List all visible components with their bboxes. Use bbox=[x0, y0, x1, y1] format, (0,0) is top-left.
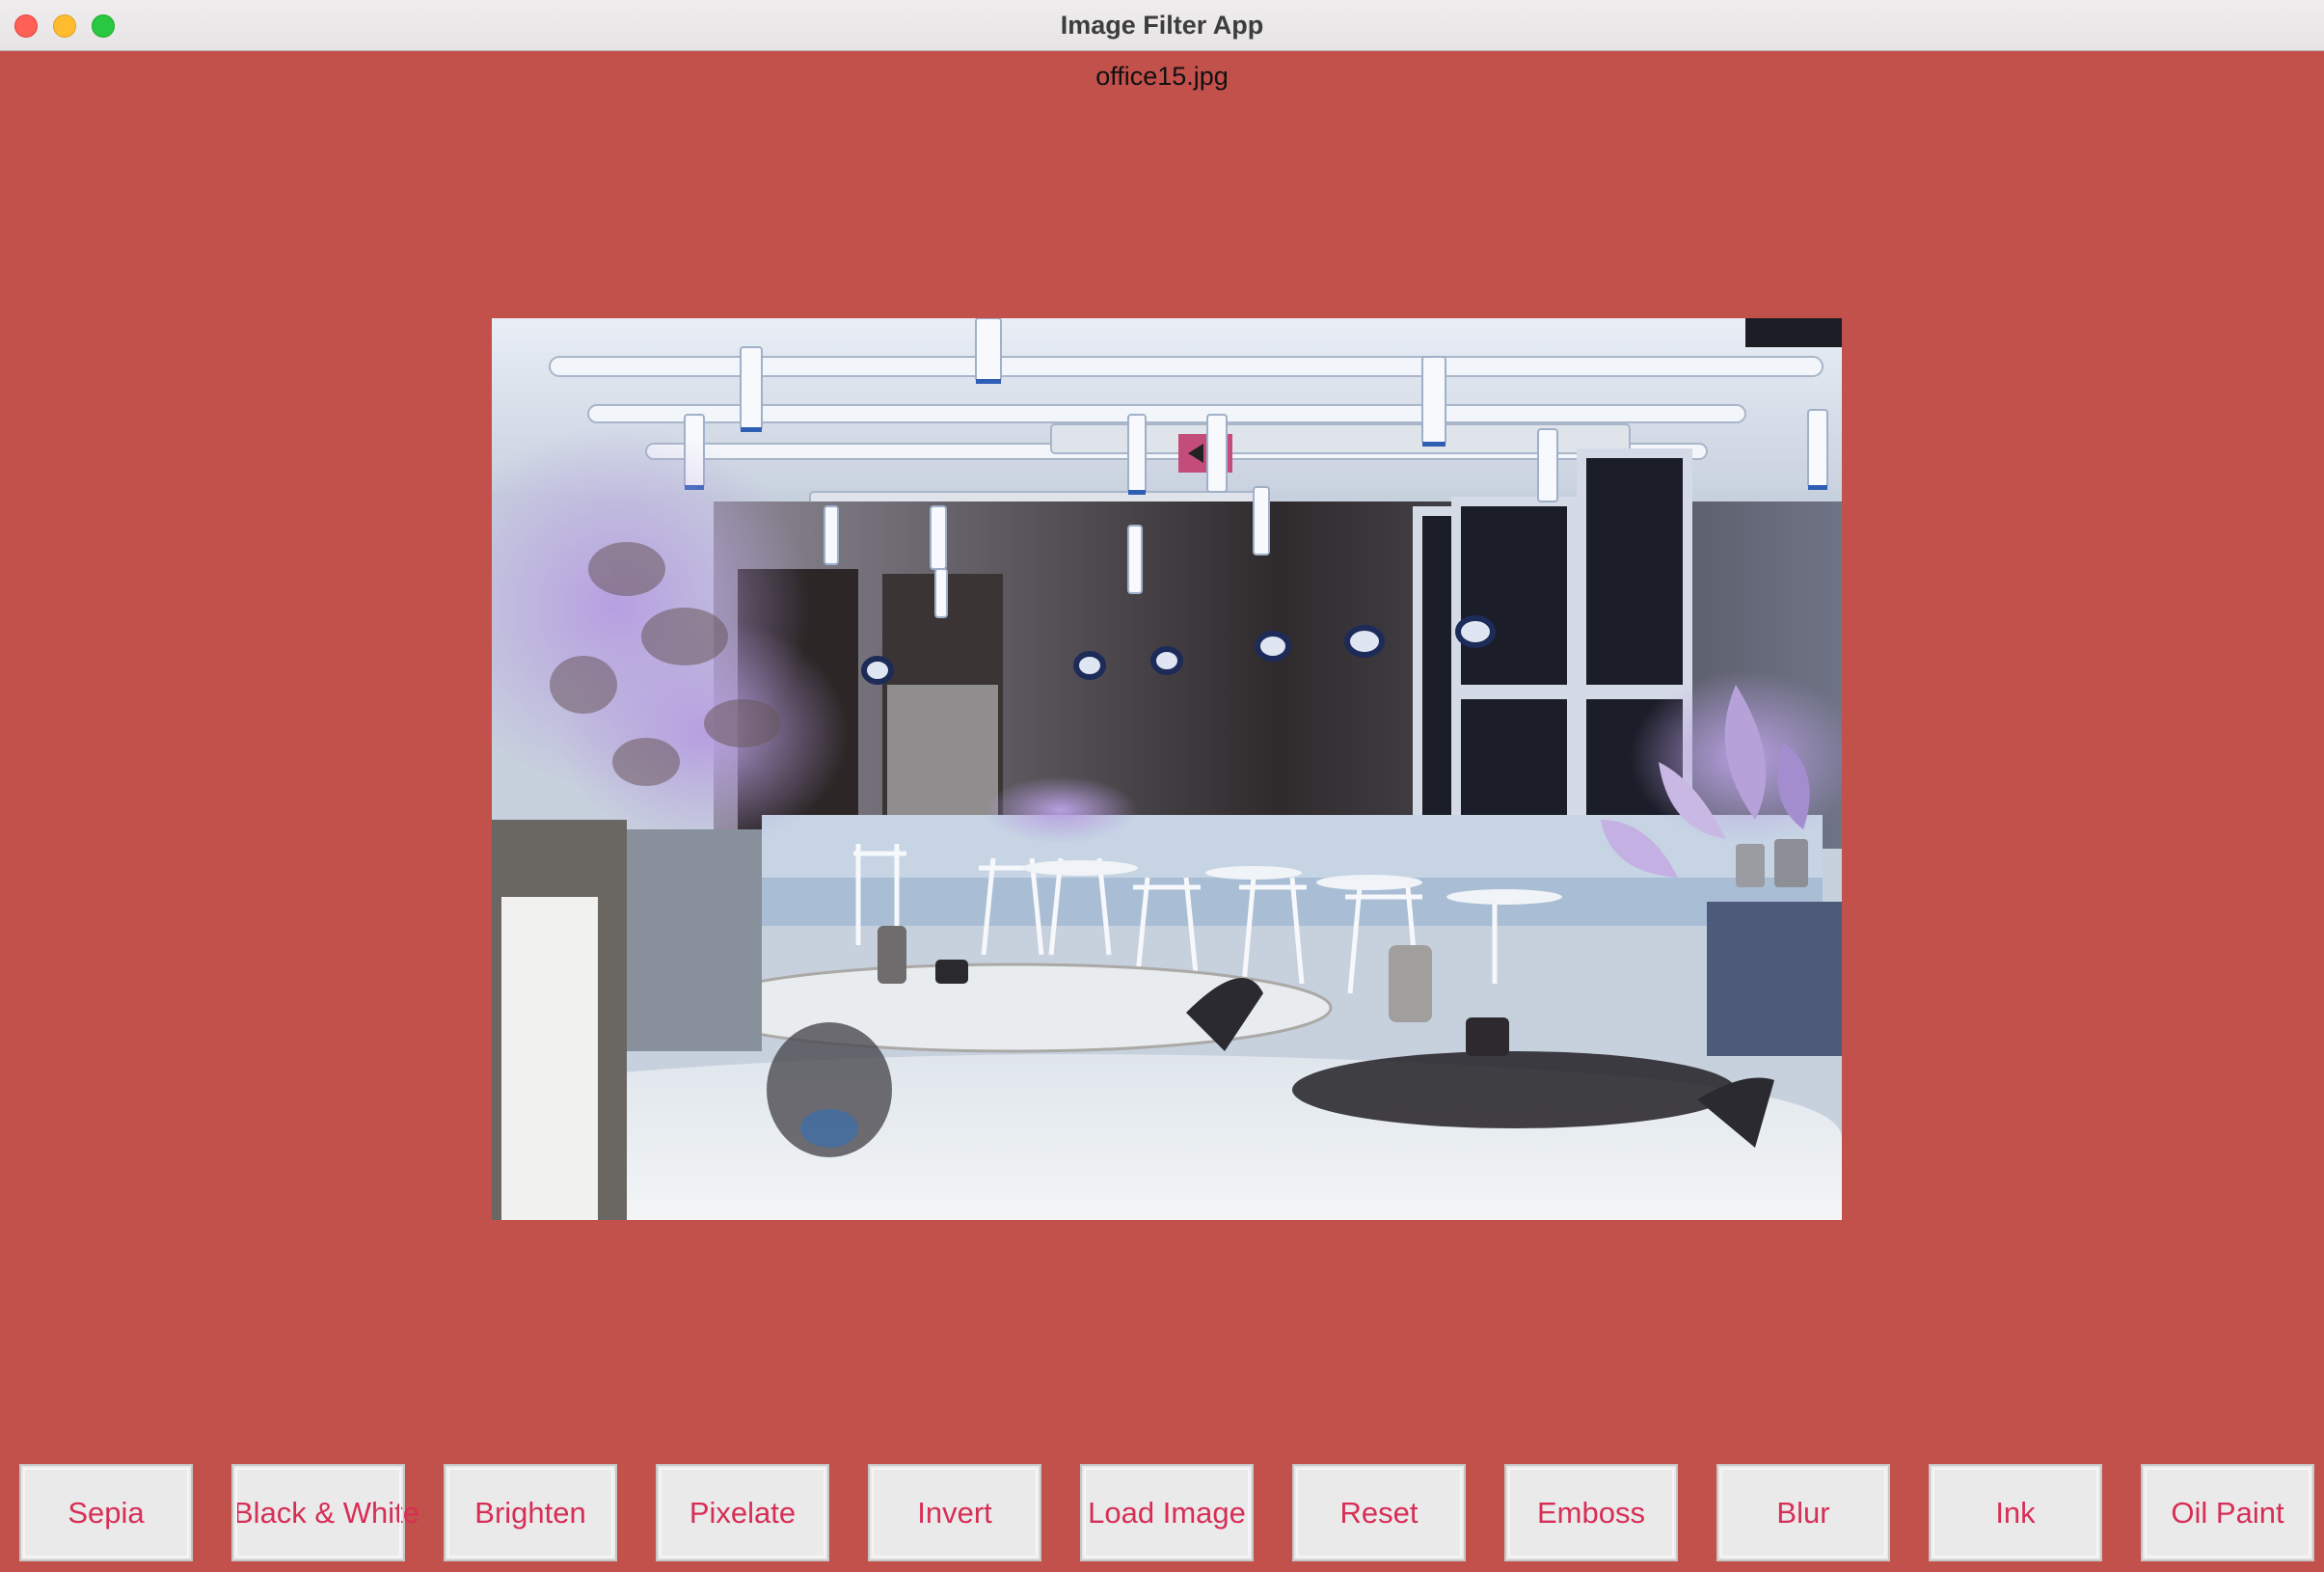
blur-button[interactable]: Blur bbox=[1716, 1464, 1890, 1561]
window-title: Image Filter App bbox=[1060, 11, 1264, 40]
black-and-white-button[interactable]: Black & White bbox=[231, 1464, 419, 1561]
reset-button[interactable]: Reset bbox=[1292, 1464, 1466, 1561]
ink-button[interactable]: Ink bbox=[1929, 1464, 2102, 1561]
image-canvas bbox=[492, 318, 1842, 1220]
invert-button[interactable]: Invert bbox=[868, 1464, 1041, 1561]
image-filename: office15.jpg bbox=[1095, 62, 1229, 91]
app-window: Image Filter App office15.jpg Sepia Blac… bbox=[0, 0, 2324, 1572]
brighten-button[interactable]: Brighten bbox=[444, 1464, 617, 1561]
pixelate-button[interactable]: Pixelate bbox=[656, 1464, 829, 1561]
load-image-button[interactable]: Load Image bbox=[1080, 1464, 1254, 1561]
filtered-image bbox=[492, 318, 1842, 1220]
title-bar[interactable]: Image Filter App bbox=[0, 0, 2324, 51]
oil-paint-button[interactable]: Oil Paint bbox=[2141, 1464, 2314, 1561]
sepia-button[interactable]: Sepia bbox=[19, 1464, 193, 1561]
emboss-button[interactable]: Emboss bbox=[1504, 1464, 1678, 1561]
